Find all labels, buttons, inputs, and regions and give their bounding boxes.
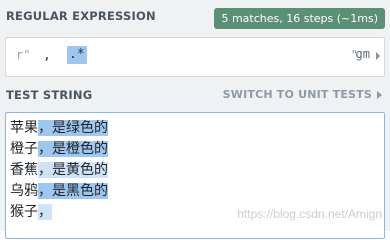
test-line-match: ，是黑色的 xyxy=(38,183,108,199)
test-line-before: 橙子 xyxy=(10,141,38,157)
regex-delimiter-left: r" xyxy=(16,48,31,62)
test-line: 猴子， xyxy=(10,202,52,223)
test-line-before: 香蕉 xyxy=(10,162,38,178)
flags-caret-icon[interactable] xyxy=(376,52,380,60)
regex-header: REGULAR EXPRESSION 5 matches, 16 steps (… xyxy=(0,0,390,30)
chevron-right-icon[interactable] xyxy=(377,91,382,99)
match-info-badge: 5 matches, 16 steps (~1ms) xyxy=(214,8,385,29)
regex-input[interactable]: r" , .* " gm xyxy=(5,37,385,77)
regex-flags-button[interactable]: gm xyxy=(356,47,370,61)
regex-match-token: .* xyxy=(67,46,87,64)
test-line-before: 乌鸦 xyxy=(10,183,38,199)
test-line: 香蕉，是黄色的 xyxy=(10,160,108,181)
test-line-before: 猴子 xyxy=(10,204,38,220)
watermark: https://blog.csdn.net/Amign xyxy=(237,207,382,221)
test-line-match: ，是橙色的 xyxy=(38,141,108,157)
test-line-match: ，是绿色的 xyxy=(38,120,108,136)
regex-section-title: REGULAR EXPRESSION xyxy=(6,9,156,23)
test-string-title: TEST STRING xyxy=(6,88,93,102)
switch-to-unit-tests-link[interactable]: SWITCH TO UNIT TESTS xyxy=(223,88,372,101)
test-line: 橙子，是橙色的 xyxy=(10,139,108,160)
regex-tester: REGULAR EXPRESSION 5 matches, 16 steps (… xyxy=(0,0,390,239)
test-line-match: ，是黄色的 xyxy=(38,162,108,178)
test-line: 苹果，是绿色的 xyxy=(10,118,108,139)
test-line: 乌鸦，是黑色的 xyxy=(10,181,108,202)
test-line-match: ， xyxy=(38,204,52,220)
regex-prefix-text: , xyxy=(43,48,51,63)
test-line-before: 苹果 xyxy=(10,120,38,136)
